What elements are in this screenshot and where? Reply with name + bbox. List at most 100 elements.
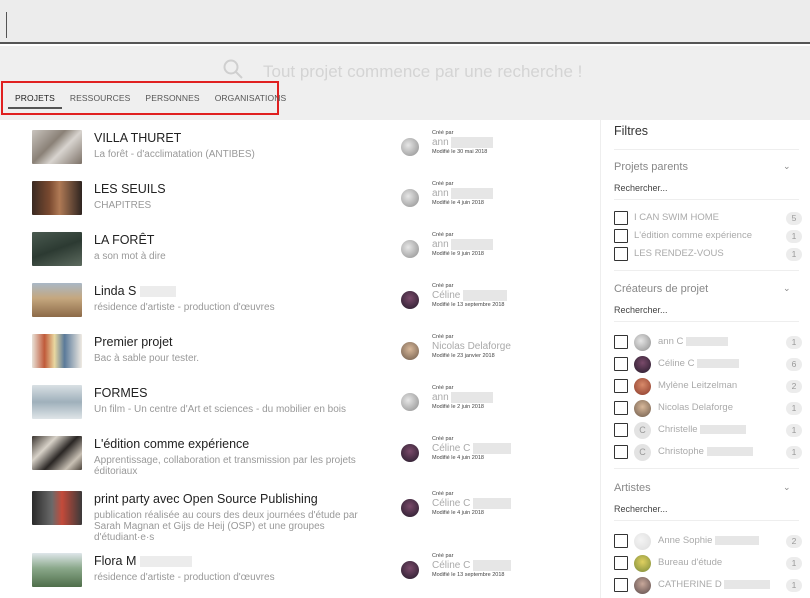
- project-subtitle: résidence d'artiste - production d'œuvre…: [94, 302, 275, 313]
- created-by-label: Créé par: [432, 436, 454, 442]
- creator-name[interactable]: Céline: [432, 290, 460, 301]
- project-title[interactable]: L'édition comme expérience: [94, 437, 249, 451]
- filter-item[interactable]: Céline C 6: [614, 356, 802, 373]
- project-title[interactable]: Linda S: [94, 284, 176, 298]
- top-input-bar[interactable]: [0, 0, 810, 44]
- project-meta: Créé par Céline C Modifié le 4 juin 2018: [432, 491, 602, 516]
- filter-item[interactable]: LES RENDEZ-VOUS 1: [614, 246, 802, 262]
- checkbox[interactable]: [614, 578, 628, 592]
- filter-item-label: Mylène Leitzelman: [658, 380, 738, 391]
- project-title[interactable]: VILLA THURET: [94, 131, 181, 145]
- filter-search-input[interactable]: Rechercher...: [614, 305, 668, 315]
- project-row[interactable]: Linda S résidence d'artiste - production…: [0, 273, 600, 323]
- project-title-text[interactable]: Flora M: [94, 554, 136, 568]
- project-thumbnail[interactable]: [32, 181, 82, 215]
- filter-item[interactable]: L'édition comme expérience 1: [614, 228, 802, 244]
- filter-section-title[interactable]: Créateurs de projet: [614, 283, 708, 295]
- tab-organisations[interactable]: ORGANISATIONS: [215, 83, 287, 113]
- filter-item[interactable]: C Christelle 1: [614, 422, 802, 439]
- filter-count-badge: 6: [786, 358, 802, 371]
- filter-item[interactable]: ann C 1: [614, 334, 802, 351]
- filter-item[interactable]: C Christophe 1: [614, 444, 802, 461]
- checkbox[interactable]: [614, 423, 628, 437]
- project-thumbnail[interactable]: [32, 491, 82, 525]
- creator-name[interactable]: ann: [432, 137, 449, 148]
- project-title-text[interactable]: Linda S: [94, 284, 136, 298]
- checkbox[interactable]: [614, 335, 628, 349]
- creator-name[interactable]: Céline C: [432, 560, 470, 571]
- project-row[interactable]: LA FORÊT a son mot à dire Créé par ann M…: [0, 222, 600, 272]
- filter-item[interactable]: Anne Sophie 2: [614, 533, 802, 550]
- project-title[interactable]: Premier projet: [94, 335, 173, 349]
- project-row[interactable]: Flora M résidence d'artiste - production…: [0, 543, 600, 593]
- project-title[interactable]: Flora M: [94, 554, 192, 568]
- project-thumbnail[interactable]: [32, 436, 82, 470]
- filter-item[interactable]: I CAN SWIM HOME 5: [614, 210, 802, 226]
- checkbox[interactable]: [614, 534, 628, 548]
- project-row[interactable]: FORMES Un film - Un centre d'Art et scie…: [0, 375, 600, 425]
- checkbox[interactable]: [614, 556, 628, 570]
- checkbox[interactable]: [614, 247, 628, 261]
- search-icon[interactable]: [222, 58, 244, 80]
- redaction-bar: [724, 579, 771, 589]
- project-row[interactable]: VILLA THURET La forêt - d'acclimatation …: [0, 120, 600, 170]
- modified-date: Modifié le 4 juin 2018: [432, 455, 484, 462]
- chevron-down-icon[interactable]: ⌄: [783, 482, 791, 493]
- project-thumbnail[interactable]: [32, 334, 82, 368]
- filter-section-title[interactable]: Artistes: [614, 482, 651, 494]
- project-row[interactable]: Premier projet Bac à sable pour tester. …: [0, 324, 600, 374]
- project-row[interactable]: L'édition comme expérience Apprentissage…: [0, 426, 600, 477]
- redaction-bar: [697, 358, 740, 368]
- checkbox[interactable]: [614, 357, 628, 371]
- creator-name[interactable]: Nicolas Delaforge: [432, 341, 602, 352]
- project-row[interactable]: print party avec Open Source Publishing …: [0, 481, 602, 543]
- redaction-bar: [139, 286, 176, 298]
- creator-name[interactable]: ann: [432, 188, 449, 199]
- tab-personnes[interactable]: PERSONNES: [145, 83, 199, 113]
- created-by-label: Créé par: [432, 232, 454, 238]
- filter-count-badge: 1: [786, 579, 802, 592]
- creator-name[interactable]: Céline C: [432, 498, 470, 509]
- avatar: [634, 533, 651, 550]
- checkbox[interactable]: [614, 379, 628, 393]
- project-subtitle: résidence d'artiste - production d'œuvre…: [94, 572, 275, 583]
- project-title[interactable]: FORMES: [94, 386, 147, 400]
- checkbox[interactable]: [614, 401, 628, 415]
- project-row[interactable]: LES SEUILS CHAPITRES Créé par ann Modifi…: [0, 171, 600, 221]
- project-title[interactable]: print party avec Open Source Publishing: [94, 492, 318, 506]
- filter-section-title[interactable]: Projets parents: [614, 161, 688, 173]
- filter-item[interactable]: Nicolas Delaforge 1: [614, 400, 802, 417]
- avatar: [634, 555, 651, 572]
- creator-avatar: [401, 138, 419, 156]
- project-thumbnail[interactable]: [32, 283, 82, 317]
- tab-ressources[interactable]: RESSOURCES: [70, 83, 131, 113]
- creator-name[interactable]: ann: [432, 392, 449, 403]
- filter-item-label: CATHERINE D: [658, 579, 771, 590]
- filter-item[interactable]: CATHERINE D 1: [614, 577, 802, 594]
- created-by-label: Créé par: [432, 334, 454, 340]
- project-thumbnail[interactable]: [32, 130, 82, 164]
- creator-avatar: [401, 444, 419, 462]
- tab-projets[interactable]: PROJETS: [8, 83, 62, 113]
- creator-name[interactable]: ann: [432, 239, 449, 250]
- search-input[interactable]: Tout projet commence par une recherche !: [263, 62, 582, 82]
- chevron-down-icon[interactable]: ⌄: [783, 161, 791, 172]
- creator-name[interactable]: Céline C: [432, 443, 470, 454]
- filter-item[interactable]: Mylène Leitzelman 2: [614, 378, 802, 395]
- project-thumbnail[interactable]: [32, 385, 82, 419]
- checkbox[interactable]: [614, 211, 628, 225]
- checkbox[interactable]: [614, 445, 628, 459]
- creator-avatar: [401, 561, 419, 579]
- filter-search-input[interactable]: Rechercher...: [614, 504, 668, 514]
- project-thumbnail[interactable]: [32, 232, 82, 266]
- project-thumbnail[interactable]: [32, 553, 82, 587]
- chevron-down-icon[interactable]: ⌄: [783, 283, 791, 294]
- checkbox[interactable]: [614, 229, 628, 243]
- filter-item-text: CATHERINE D: [658, 579, 722, 590]
- avatar: [634, 400, 651, 417]
- created-by-label: Créé par: [432, 130, 454, 136]
- filter-search-input[interactable]: Rechercher...: [614, 183, 668, 193]
- project-title[interactable]: LA FORÊT: [94, 233, 154, 247]
- filter-item[interactable]: Bureau d'étude 1: [614, 555, 802, 572]
- project-title[interactable]: LES SEUILS: [94, 182, 166, 196]
